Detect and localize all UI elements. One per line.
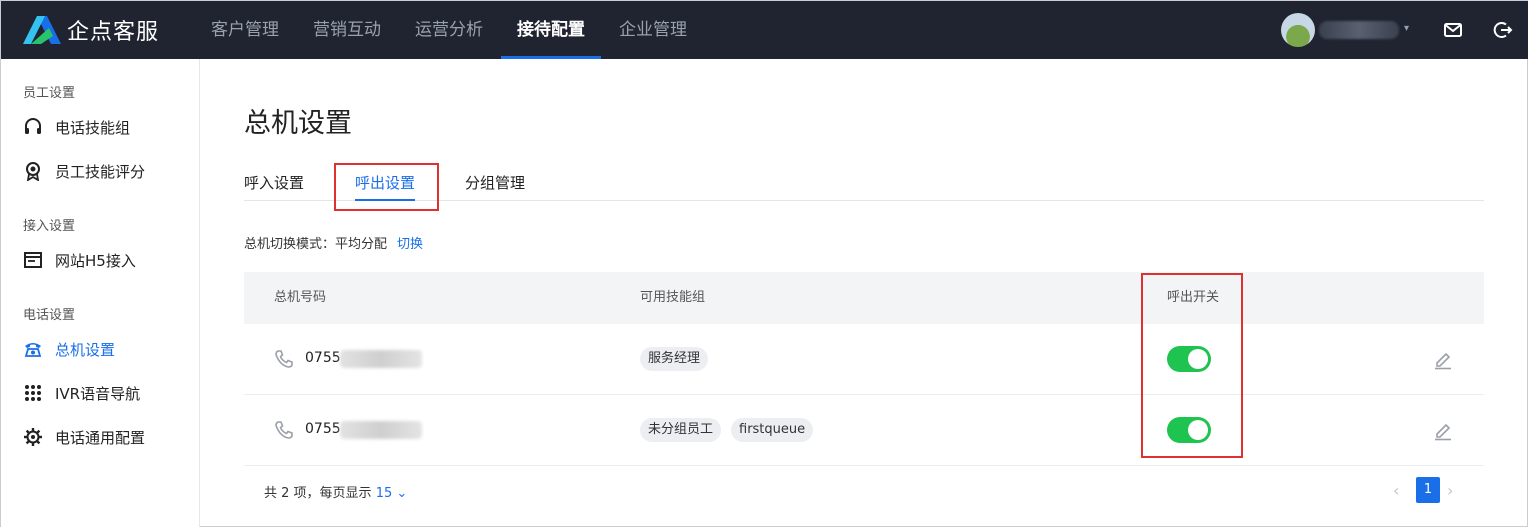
- phone-icon: [275, 350, 293, 368]
- page-title: 总机设置: [244, 108, 352, 139]
- sidebar: 员工设置 电话技能组 员工技能评分 接入设置 网站H5接入 电话设置 总机设置 …: [1, 59, 200, 527]
- sidebar-item-label: IVR语音导航: [55, 384, 141, 403]
- sidebar-item-staff-skill-score[interactable]: 员工技能评分: [23, 156, 145, 186]
- sidebar-item-phone-general-config[interactable]: 电话通用配置: [23, 422, 145, 452]
- switch-mode-label: 总机切换模式：平均分配: [244, 237, 388, 252]
- switch-mode-line: 总机切换模式：平均分配 切换: [244, 233, 423, 252]
- current-page-button[interactable]: 1: [1416, 477, 1440, 503]
- headset-icon: [25, 118, 41, 134]
- mail-icon[interactable]: [1442, 19, 1464, 41]
- sidebar-item-label: 员工技能评分: [55, 162, 146, 181]
- edit-icon[interactable]: [1432, 348, 1454, 370]
- total-items-text: 共 2 项，每页显示: [264, 486, 372, 501]
- phone-icon: [275, 421, 293, 439]
- number-redacted: [340, 421, 422, 439]
- sidebar-group-staff: 员工设置: [23, 86, 76, 101]
- username-redacted[interactable]: [1319, 21, 1399, 39]
- page-size-value: 15: [375, 486, 393, 501]
- sidebar-item-label: 总机设置: [55, 340, 116, 359]
- skill-group-tag: firstqueue: [731, 418, 814, 442]
- column-header-skill-groups: 可用技能组: [640, 290, 706, 305]
- highlight-box-outbound-tab: [334, 163, 439, 211]
- skill-group-tag: 未分组员工: [640, 418, 722, 442]
- sidebar-group-access: 接入设置: [23, 219, 76, 234]
- award-icon: [26, 162, 40, 181]
- number-redacted: [340, 350, 422, 368]
- top-navigation-bar: 企点客服 客户管理 营销互动 运营分析 接待配置 企业管理 ▾: [1, 1, 1528, 59]
- previous-page-icon[interactable]: ‹: [1393, 481, 1409, 501]
- avatar[interactable]: [1281, 13, 1315, 47]
- sidebar-item-label: 电话技能组: [55, 118, 131, 137]
- app-name: 企点客服: [67, 20, 160, 45]
- chevron-down-icon: ⌄: [396, 486, 408, 501]
- pagination-summary: 共 2 项，每页显示 15 ⌄: [264, 482, 407, 501]
- nav-item-marketing[interactable]: 营销互动: [297, 1, 397, 59]
- logout-icon[interactable]: [1492, 19, 1514, 41]
- web-window-icon: [24, 252, 42, 268]
- next-page-icon[interactable]: ›: [1447, 481, 1463, 501]
- edit-icon[interactable]: [1432, 419, 1454, 441]
- sidebar-item-ivr[interactable]: IVR语音导航: [23, 378, 140, 408]
- sidebar-item-switchboard[interactable]: 总机设置: [23, 334, 115, 364]
- main-nav: 客户管理 营销互动 运营分析 接待配置 企业管理: [195, 1, 705, 59]
- switch-mode-link[interactable]: 切换: [397, 237, 423, 252]
- sidebar-group-phone: 电话设置: [23, 308, 76, 323]
- table-header: 总机号码 可用技能组 呼出开关: [244, 272, 1484, 324]
- nav-item-analytics[interactable]: 运营分析: [399, 1, 499, 59]
- sidebar-item-phone-skill-group[interactable]: 电话技能组: [23, 112, 130, 142]
- grid-dots-icon: [25, 385, 41, 401]
- tab-inbound-settings[interactable]: 呼入设置: [244, 165, 304, 201]
- telephone-icon: [24, 343, 42, 357]
- tab-group-management[interactable]: 分组管理: [465, 165, 525, 201]
- sidebar-item-label: 电话通用配置: [55, 428, 146, 447]
- caret-down-icon[interactable]: ▾: [1404, 23, 1409, 34]
- gear-icon: [24, 428, 42, 446]
- app-logo[interactable]: 企点客服: [23, 14, 159, 46]
- switchboard-number: 0755: [305, 350, 341, 366]
- nav-item-enterprise-management[interactable]: 企业管理: [603, 1, 703, 59]
- nav-item-reception-config[interactable]: 接待配置: [501, 1, 601, 59]
- nav-item-customer-management[interactable]: 客户管理: [195, 1, 295, 59]
- switchboard-number: 0755: [305, 421, 341, 437]
- page-size-select[interactable]: 15 ⌄: [376, 486, 408, 501]
- table-row: 0755 服务经理: [244, 324, 1484, 395]
- column-header-number: 总机号码: [274, 290, 327, 305]
- skill-group-tag: 服务经理: [640, 347, 709, 371]
- sidebar-item-label: 网站H5接入: [55, 251, 136, 270]
- table-row: 0755 未分组员工 firstqueue: [244, 395, 1484, 466]
- sidebar-item-website-h5[interactable]: 网站H5接入: [23, 245, 136, 275]
- logo-mark-icon: [23, 16, 61, 44]
- highlight-box-outbound-switch: [1141, 273, 1243, 458]
